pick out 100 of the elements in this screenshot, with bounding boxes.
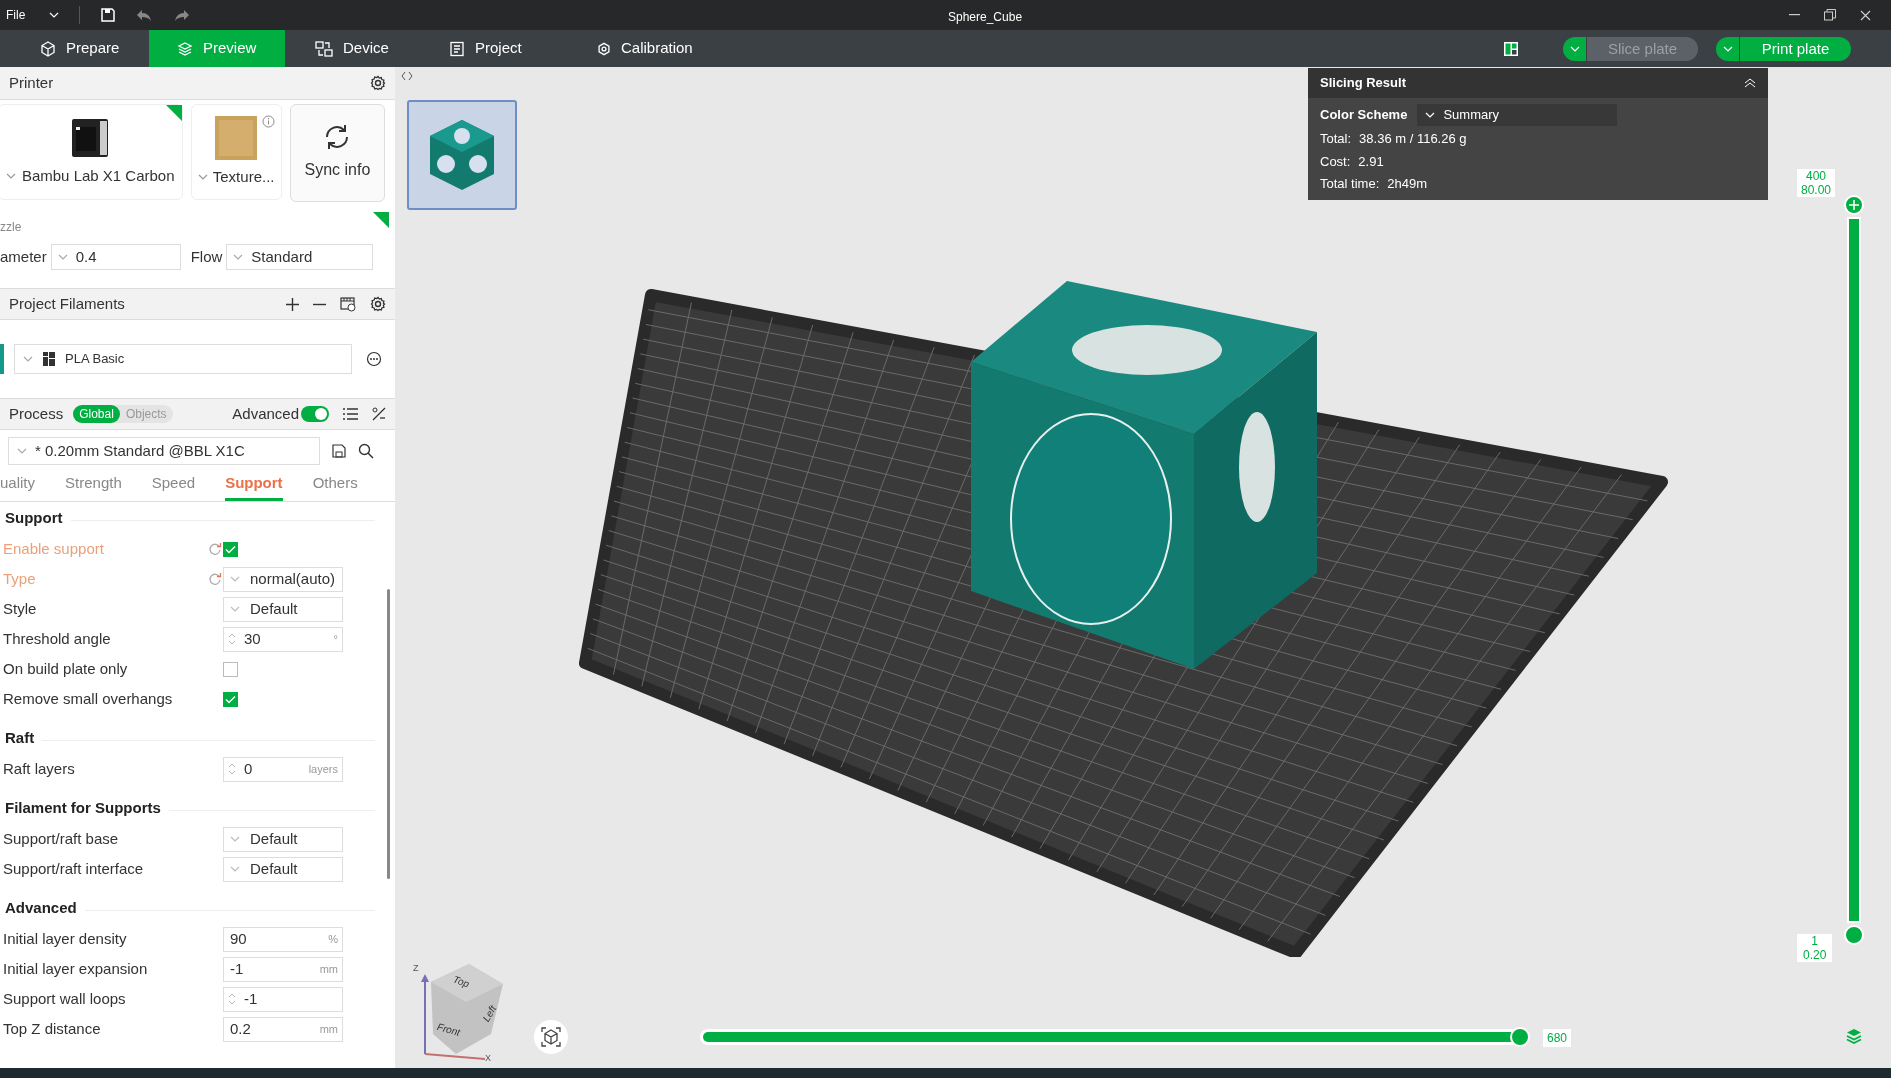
setting-label: Support wall loops <box>3 988 127 1009</box>
nav-tab[interactable]: Calibration <box>575 30 745 67</box>
setting-dropdown[interactable]: Default <box>223 596 343 622</box>
list-icon[interactable] <box>343 408 358 420</box>
settings-tab[interactable]: Others <box>312 471 358 501</box>
input-field[interactable]: 0.2 mm <box>223 1016 343 1042</box>
section-heading: Filament for Supports <box>5 797 161 818</box>
file-menu[interactable]: File <box>6 6 26 24</box>
setting-dropdown[interactable]: Default <box>223 856 343 882</box>
input-field[interactable]: 90 % <box>223 926 343 952</box>
add-icon[interactable] <box>286 297 299 311</box>
minimize-icon[interactable] <box>1789 14 1800 16</box>
stat-value: 38.36 m / 116.26 g <box>1359 130 1467 148</box>
settings-icon[interactable] <box>370 296 386 312</box>
setting-dropdown[interactable]: normal(auto) <box>223 566 343 592</box>
undo-icon[interactable] <box>136 8 153 22</box>
field-label: ameter <box>0 246 47 267</box>
chevron-down-icon <box>230 576 240 582</box>
layers-icon <box>177 40 193 57</box>
cube-face-label: Front <box>435 1020 462 1040</box>
setting-label: Top Z distance <box>3 1018 102 1039</box>
printer-name: Bambu Lab X1 Carbon <box>21 165 175 186</box>
section-heading: Raft <box>5 727 35 748</box>
chevron-down-icon <box>57 254 68 260</box>
filament-dropdown[interactable]: PLA Basic <box>14 344 352 374</box>
info-icon[interactable] <box>261 115 275 128</box>
spin-field[interactable]: 0 layers <box>223 756 343 782</box>
redo-icon[interactable] <box>174 8 191 22</box>
axis-label: X <box>485 1052 491 1065</box>
chevron-down-icon <box>233 254 244 260</box>
plate-image <box>215 115 258 160</box>
stat-label: Cost: <box>1320 152 1351 171</box>
panel-title: Process <box>9 403 64 424</box>
more-icon[interactable] <box>366 351 382 367</box>
color-scheme-dropdown[interactable]: Summary <box>1417 104 1618 126</box>
restore-icon[interactable] <box>1824 9 1836 21</box>
setting-label: Initial layer expansion <box>3 958 149 979</box>
settings-tab[interactable]: Speed <box>151 471 196 501</box>
toggle-label: Advanced <box>232 403 299 424</box>
document-icon <box>449 40 465 57</box>
window-title: Sphere_Cube <box>948 9 1023 26</box>
setting-label: Support/raft interface <box>3 858 145 879</box>
chevron-down-icon <box>23 356 33 362</box>
layer-bottom-label: 1 0.20 <box>1797 934 1833 962</box>
panel-title: Printer <box>9 72 54 93</box>
collapse-icon[interactable] <box>1744 78 1756 88</box>
slider-handle[interactable] <box>1510 1027 1530 1047</box>
compare-icon[interactable] <box>372 407 386 421</box>
chevron-down-icon <box>230 836 240 842</box>
device-icon <box>315 40 333 57</box>
search-icon[interactable] <box>358 443 374 459</box>
diameter-dropdown[interactable]: 0.4 <box>50 244 181 270</box>
slider-handle[interactable] <box>1844 195 1864 215</box>
reset-icon[interactable] <box>208 572 222 586</box>
view-cube[interactable]: Top Front Left Z X <box>411 954 511 1064</box>
save-icon[interactable] <box>332 444 346 458</box>
cube-face-label: Top <box>450 972 472 992</box>
setting-label: Initial layer density <box>3 928 128 949</box>
advanced-toggle[interactable] <box>301 406 329 422</box>
printer-image <box>70 116 111 159</box>
checkbox[interactable] <box>223 661 238 677</box>
setting-dropdown[interactable]: Default <box>223 826 343 852</box>
sync-info-button[interactable]: Sync info <box>289 104 385 202</box>
plate-layout-icon[interactable] <box>1503 40 1519 57</box>
settings-tab[interactable]: Strength <box>65 471 122 501</box>
close-icon[interactable] <box>1860 9 1871 21</box>
stat-value: 2.91 <box>1358 152 1384 171</box>
cube-icon <box>40 40 56 57</box>
filament-sync-icon[interactable] <box>340 296 356 312</box>
setting-label: Remove small overhangs <box>3 688 174 709</box>
reset-icon[interactable] <box>208 542 222 556</box>
checkbox[interactable] <box>223 541 238 557</box>
chevron-down-icon <box>230 606 240 612</box>
scrollbar[interactable] <box>387 589 390 879</box>
section-heading: Support <box>5 507 63 528</box>
flow-dropdown[interactable]: Standard <box>226 244 374 270</box>
plate-name: Texture... <box>212 166 275 187</box>
stat-label: Total time: <box>1320 175 1380 193</box>
axis-label: Z <box>413 962 419 975</box>
input-field[interactable]: -1 mm <box>223 956 343 982</box>
plate-thumbnail[interactable] <box>407 100 517 210</box>
nav-tab[interactable]: Prepare <box>0 30 149 67</box>
nav-tab[interactable]: Device <box>285 30 425 67</box>
checkbox[interactable] <box>223 691 238 707</box>
collapse-sidebar-icon[interactable] <box>401 71 413 81</box>
setting-label: Threshold angle <box>3 628 112 649</box>
layers-icon[interactable] <box>1845 1027 1863 1045</box>
spin-field[interactable]: -1 <box>223 986 343 1012</box>
spin-field[interactable]: 30 ° <box>223 626 343 652</box>
plate-card[interactable]: Texture... <box>190 104 282 200</box>
corner-tick-icon <box>373 212 389 228</box>
preset-dropdown[interactable]: * 0.20mm Standard @BBL X1C <box>8 437 320 465</box>
settings-tab[interactable]: uality <box>0 471 36 501</box>
chevron-down-icon <box>17 448 27 454</box>
fit-view-icon[interactable] <box>533 1019 569 1055</box>
slider-handle[interactable] <box>1844 925 1864 945</box>
section-label: zzle <box>0 219 22 236</box>
settings-icon[interactable] <box>370 75 386 91</box>
setting-label: Enable support <box>3 538 105 559</box>
nav-tab[interactable]: Project <box>425 30 575 67</box>
